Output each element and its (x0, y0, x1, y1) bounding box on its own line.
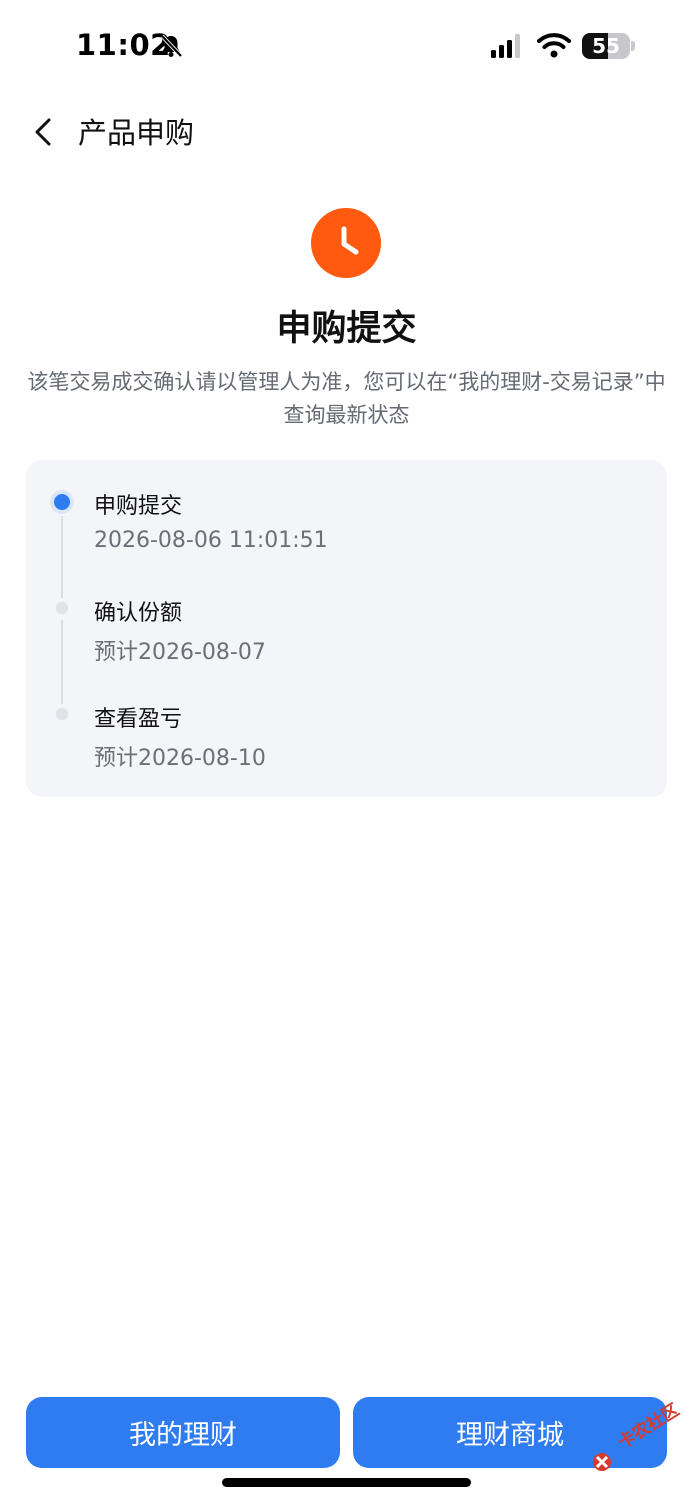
timeline-dot-pending (56, 708, 68, 720)
battery-icon: 55 (582, 33, 630, 59)
timeline-step-time: 2026-08-06 11:01:51 (94, 528, 328, 553)
battery-level-text: 55 (592, 34, 620, 58)
timeline-dot-active (54, 494, 70, 510)
timeline-step-title: 确认份额 (94, 601, 183, 626)
back-button[interactable] (28, 112, 58, 152)
status-time: 11:02 (76, 28, 171, 62)
timeline-step-time: 预计2026-08-07 (94, 640, 266, 665)
result-description: 该笔交易成交确认请以管理人为准，您可以在“我的理财-交易记录”中查询最新状态 (27, 370, 666, 427)
timeline-step-time: 预计2026-08-10 (94, 746, 266, 771)
my-wealth-button[interactable]: 我的理财 (26, 1397, 340, 1468)
battery-cap (631, 41, 635, 51)
result-title: 申购提交 (276, 309, 417, 349)
cellular-signal-icon (491, 34, 520, 58)
page-title: 产品申购 (78, 116, 195, 150)
clock-icon (311, 208, 381, 278)
timeline-step-title: 查看盈亏 (94, 707, 183, 732)
timeline-step-title: 申购提交 (94, 494, 183, 519)
wifi-icon (537, 33, 571, 58)
timeline-dot-pending (56, 602, 68, 614)
bell-slash-icon (160, 34, 183, 58)
chevron-left-icon (35, 118, 51, 146)
timeline-connector (61, 516, 63, 598)
status-bar: 11:02 55 (0, 0, 693, 92)
home-indicator (222, 1478, 471, 1487)
clock-hands (341, 226, 359, 255)
timeline-connector (61, 620, 63, 704)
